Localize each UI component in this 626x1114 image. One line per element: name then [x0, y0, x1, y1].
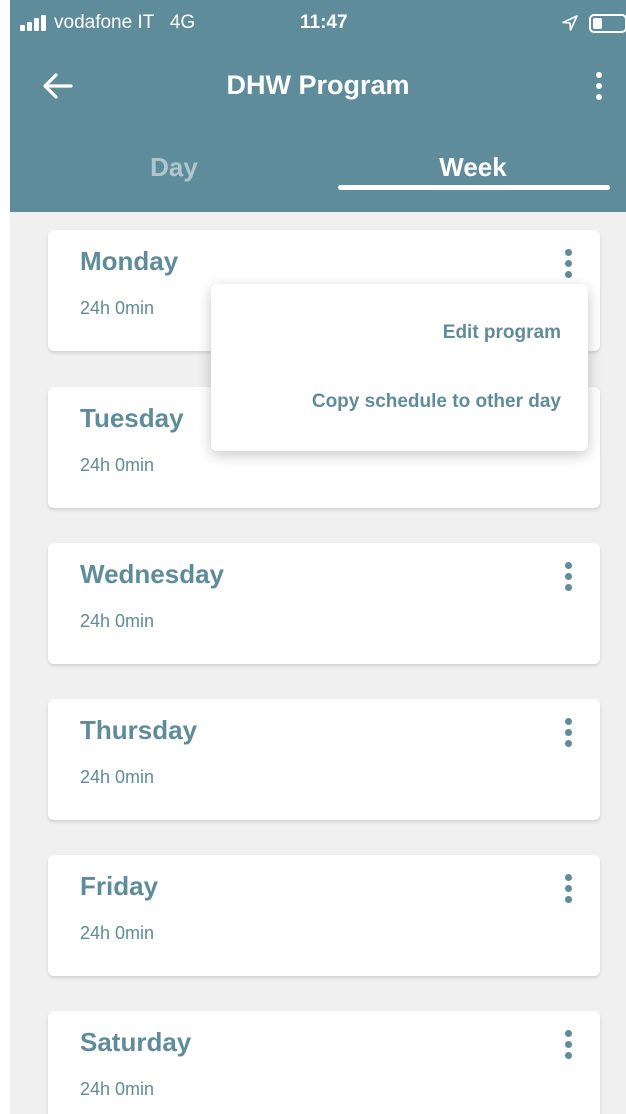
day-duration: 24h 0min — [80, 767, 155, 787]
day-duration: 24h 0min — [80, 455, 155, 475]
status-bar: vodafone IT 4G 11:47 — [10, 6, 626, 40]
more-vertical-icon[interactable] — [558, 246, 578, 280]
day-duration: 24h 0min — [80, 1079, 155, 1099]
day-name: Thursday — [80, 715, 198, 745]
signal-strength-icon — [20, 15, 48, 31]
day-duration: 24h 0min — [80, 923, 155, 943]
more-vertical-icon[interactable] — [558, 871, 578, 905]
more-vertical-icon[interactable] — [558, 715, 578, 749]
status-time: 11:47 — [300, 12, 348, 33]
day-card-wednesday[interactable]: Wednesday 24h 0min — [48, 543, 600, 664]
more-vertical-icon[interactable] — [558, 1027, 578, 1061]
day-card-thursday[interactable]: Thursday 24h 0min — [48, 699, 600, 820]
day-name: Wednesday — [80, 559, 225, 589]
day-duration: 24h 0min — [80, 298, 155, 318]
app-bar: vodafone IT 4G 11:47 DHW Program Day Wee… — [10, 0, 626, 212]
menu-item-edit-program[interactable]: Edit program — [443, 322, 561, 344]
day-card-saturday[interactable]: Saturday 24h 0min — [48, 1011, 600, 1114]
tab-week[interactable]: Week — [373, 152, 573, 183]
day-name: Friday — [80, 871, 159, 901]
screen: vodafone IT 4G 11:47 DHW Program Day Wee… — [10, 0, 626, 1114]
menu-item-copy-schedule[interactable]: Copy schedule to other day — [312, 391, 561, 413]
day-duration: 24h 0min — [80, 611, 155, 631]
tab-day[interactable]: Day — [74, 152, 274, 183]
day-name: Monday — [80, 246, 179, 276]
location-arrow-icon — [562, 15, 578, 31]
day-name: Tuesday — [80, 403, 184, 433]
tab-indicator — [338, 185, 610, 190]
page-title: DHW Program — [226, 70, 410, 100]
more-vertical-icon[interactable] — [558, 559, 578, 593]
more-vertical-icon[interactable] — [588, 66, 610, 106]
battery-icon — [589, 14, 626, 33]
day-card-friday[interactable]: Friday 24h 0min — [48, 855, 600, 976]
day-name: Saturday — [80, 1027, 192, 1057]
context-menu: Edit program Copy schedule to other day — [211, 284, 588, 451]
carrier-label: vodafone IT 4G — [54, 12, 196, 33]
